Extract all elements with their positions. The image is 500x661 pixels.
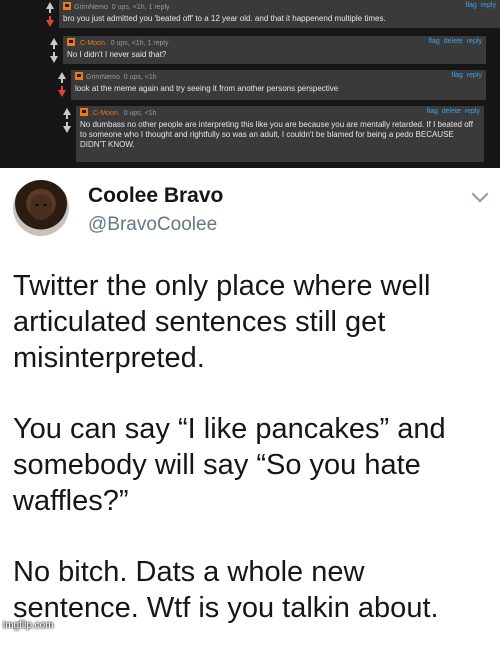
comment-text: look at the meme again and try seeing it… — [75, 84, 339, 93]
comment: .C-Moon. 0 ups, <1h, 1 reply flag delete r… — [47, 36, 486, 66]
comment-box: .C-Moon. 0 ups, <1h, 1 reply flag delete r… — [63, 36, 486, 64]
comment-meta: GrimNemo 0 ups, <1h, 1 reply — [63, 2, 170, 11]
comment-stats: 0 ups, <1h, 1 reply — [110, 40, 169, 47]
comment-actions: flag reply — [462, 2, 496, 9]
tweet-text: Twitter the only place where well articu… — [13, 268, 493, 661]
reply-link[interactable]: reply — [465, 108, 480, 115]
vote-controls — [60, 106, 74, 133]
flag-link[interactable]: flag — [428, 38, 439, 45]
comment-username[interactable]: .C-Moon. — [91, 110, 120, 117]
reply-link[interactable]: reply — [467, 38, 482, 45]
comment-meta: .C-Moon. 0 ups, <1h, 1 reply — [67, 38, 168, 47]
chevron-down-icon[interactable] — [471, 185, 489, 203]
comment-box: GrimNemo 0 ups, <1h flag reply look at th… — [71, 70, 486, 100]
upvote-icon[interactable] — [58, 72, 66, 79]
tweet-card: Coolee Bravo @BravoCoolee Twitter the on… — [0, 168, 500, 633]
delete-link[interactable]: delete — [442, 108, 461, 115]
comment: .C-Moon. 0 ups, <1h flag delete reply No d… — [60, 106, 484, 162]
upvote-icon[interactable] — [50, 38, 58, 45]
upvote-icon[interactable] — [46, 2, 54, 9]
downvote-icon[interactable] — [50, 56, 58, 63]
tweet-paragraph: Twitter the only place where well articu… — [13, 270, 431, 374]
comment-meta: .C-Moon. 0 ups, <1h — [80, 108, 157, 117]
vote-controls — [55, 70, 69, 97]
upvote-icon[interactable] — [63, 108, 71, 115]
vote-controls — [43, 0, 57, 27]
user-handle[interactable]: @BravoCoolee — [88, 214, 217, 236]
comment-username[interactable]: GrimNemo — [86, 74, 120, 81]
user-avatar-icon[interactable] — [75, 72, 83, 80]
comment-box: .C-Moon. 0 ups, <1h flag delete reply No d… — [76, 106, 484, 162]
comment-username[interactable]: .C-Moon. — [78, 40, 107, 47]
comment-box: GrimNemo 0 ups, <1h, 1 reply flag reply b… — [59, 0, 500, 28]
comment-actions: flag reply — [448, 72, 482, 79]
delete-link[interactable]: delete — [444, 38, 463, 45]
comment-actions: flag delete reply — [422, 108, 480, 115]
reply-link[interactable]: reply — [481, 2, 496, 9]
comment-actions: flag delete reply — [424, 38, 482, 45]
flag-link[interactable]: flag — [426, 108, 437, 115]
watermark: imgflip.com — [3, 620, 54, 631]
vote-controls — [47, 36, 61, 63]
user-avatar-icon[interactable] — [63, 2, 71, 10]
user-avatar-icon[interactable] — [80, 108, 88, 116]
display-name[interactable]: Coolee Bravo — [88, 184, 223, 208]
downvote-icon[interactable] — [58, 90, 66, 97]
user-avatar-icon[interactable] — [67, 38, 75, 46]
tweet-paragraph: You can say “I like pancakes” and somebo… — [13, 413, 446, 517]
comment: GrimNemo 0 ups, <1h, 1 reply flag reply b… — [43, 0, 500, 30]
flag-link[interactable]: flag — [466, 2, 477, 9]
comment-meta: GrimNemo 0 ups, <1h — [75, 72, 157, 81]
comment-stats: 0 ups, <1h — [123, 110, 157, 117]
tweet-paragraph: No bitch. Dats a whole new sentence. Wtf… — [13, 556, 439, 624]
flag-link[interactable]: flag — [452, 72, 463, 79]
comment: GrimNemo 0 ups, <1h flag reply look at th… — [55, 70, 486, 102]
reply-link[interactable]: reply — [467, 72, 482, 79]
comment-thread: GrimNemo 0 ups, <1h, 1 reply flag reply b… — [0, 0, 500, 168]
comment-text: No I didn't I never said that? — [67, 50, 167, 59]
comment-text: No dumbass no other people are interpret… — [80, 120, 473, 149]
comment-text: bro you just admitted you 'beated off' t… — [63, 14, 386, 23]
comment-username[interactable]: GrimNemo — [74, 4, 108, 11]
comment-stats: 0 ups, <1h — [123, 74, 157, 81]
profile-avatar[interactable] — [13, 180, 69, 236]
downvote-icon[interactable] — [63, 126, 71, 133]
downvote-icon[interactable] — [46, 20, 54, 27]
comment-stats: 0 ups, <1h, 1 reply — [111, 4, 170, 11]
